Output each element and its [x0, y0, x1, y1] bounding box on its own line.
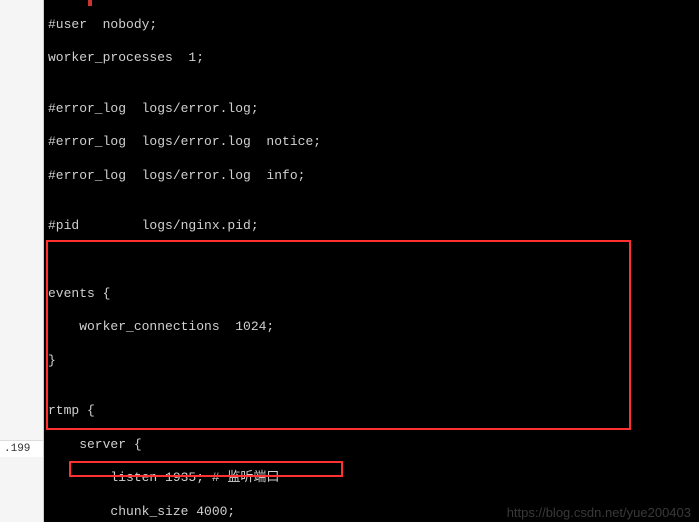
code-line: }	[48, 353, 695, 370]
code-line: worker_processes 1;	[48, 50, 695, 67]
left-sidebar: .199	[0, 0, 44, 522]
code-line: rtmp {	[48, 403, 695, 420]
code-line: #error_log logs/error.log info;	[48, 168, 695, 185]
code-line: events {	[48, 286, 695, 303]
code-line: #pid logs/nginx.pid;	[48, 218, 695, 235]
code-line: server {	[48, 437, 695, 454]
code-line: #error_log logs/error.log;	[48, 101, 695, 118]
code-line: chunk_size 4000;	[48, 504, 695, 521]
code-line: worker_connections 1024;	[48, 319, 695, 336]
code-line: #error_log logs/error.log notice;	[48, 134, 695, 151]
ip-fragment-label: .199	[0, 440, 43, 457]
cursor-indicator	[88, 0, 92, 6]
config-file-content: #user nobody; worker_processes 1; #error…	[44, 0, 699, 522]
code-line: listen 1935; # 监听端口	[48, 470, 695, 487]
code-line: #user nobody;	[48, 17, 695, 34]
terminal-editor[interactable]: #user nobody; worker_processes 1; #error…	[44, 0, 699, 522]
